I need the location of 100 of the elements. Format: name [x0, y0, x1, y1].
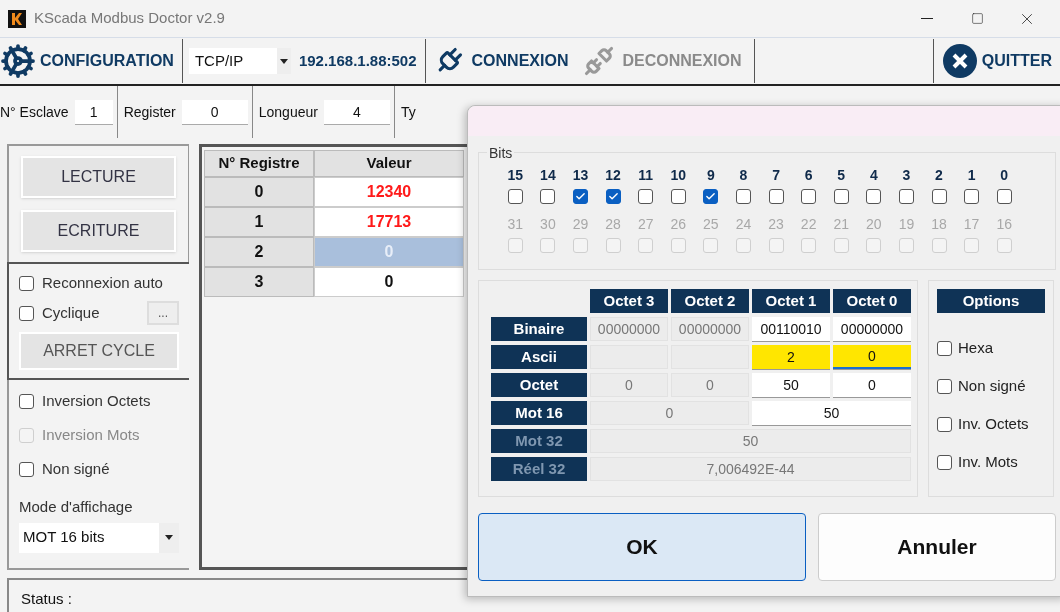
bit-number: 10	[670, 166, 687, 185]
checkbox[interactable]	[19, 461, 34, 477]
value-field[interactable]: 0	[833, 345, 911, 369]
bit-checkbox[interactable]	[931, 189, 947, 204]
row-header[interactable]: 0	[204, 177, 314, 207]
row-label: Octet	[491, 373, 587, 397]
minimize-icon	[921, 18, 933, 19]
configuration-button[interactable]: CONFIGURATION	[0, 43, 182, 79]
column-header: Octet 2	[671, 289, 749, 313]
app-logo-icon	[8, 9, 26, 28]
bit-number: 11	[638, 166, 654, 185]
bit-number: 9	[706, 166, 715, 185]
bit-number: 2	[935, 166, 943, 185]
value-field[interactable]: 0	[590, 373, 668, 397]
read-button[interactable]: LECTURE	[21, 156, 176, 198]
value-field[interactable]: 00000000	[833, 317, 911, 341]
check-icon	[607, 191, 619, 202]
bit-number: 7	[772, 166, 780, 185]
checkbox-label: Inversion Octets	[42, 390, 151, 411]
bit-checkbox[interactable]	[833, 189, 849, 204]
checkbox[interactable]	[19, 275, 34, 291]
row-header[interactable]: 1	[204, 207, 314, 237]
maximize-icon	[970, 12, 984, 25]
ok-button[interactable]: OK	[478, 513, 806, 581]
caret-icon	[165, 535, 173, 540]
bit-number: 30	[540, 215, 556, 234]
bit-number: 23	[768, 215, 784, 234]
bit-checkbox[interactable]	[996, 189, 1012, 204]
table-cell[interactable]: 12340	[314, 177, 464, 207]
value-field[interactable]: 2	[752, 345, 830, 369]
bit-checkbox[interactable]	[670, 189, 686, 204]
checkbox-label: Non signé	[42, 458, 110, 479]
table-cell[interactable]: 17713	[314, 207, 464, 237]
bit-checkbox[interactable]	[638, 189, 654, 204]
value-field[interactable]: 0	[671, 373, 749, 397]
checkbox[interactable]	[937, 454, 952, 470]
bit-number: 5	[837, 166, 846, 185]
checkbox[interactable]	[937, 340, 952, 356]
bit-number: 17	[963, 215, 980, 234]
check-icon	[705, 191, 717, 202]
bit-checkbox[interactable]	[507, 189, 523, 204]
window-title: KScada Modbus Doctor v2.9	[34, 8, 225, 29]
param-input[interactable]: 1	[74, 100, 113, 124]
value-field[interactable]: 50	[752, 373, 830, 397]
value-field[interactable]: 00000000	[590, 317, 668, 341]
param-input[interactable]: 4	[323, 100, 390, 124]
bit-number: 12	[605, 166, 621, 185]
row-header[interactable]: 2	[204, 237, 314, 267]
row-label: Ascii	[491, 345, 587, 369]
bit-number: 22	[800, 215, 817, 234]
bit-checkbox[interactable]	[605, 189, 621, 204]
param-label: N° Esclave	[0, 102, 69, 122]
protocol-dropdown[interactable]: TCP/IP	[188, 48, 291, 74]
bit-checkbox[interactable]	[735, 189, 751, 204]
bit-number: 28	[605, 215, 621, 234]
bit-checkbox[interactable]	[768, 189, 784, 204]
param-input[interactable]: 0	[181, 100, 248, 124]
close-circle-icon	[941, 43, 978, 79]
bit-checkbox[interactable]	[898, 189, 914, 204]
checkbox[interactable]	[19, 305, 34, 321]
bit-number: 13	[572, 166, 589, 185]
value-field[interactable]: 00110010	[752, 317, 830, 341]
column-header: Octet 3	[590, 289, 668, 313]
column-header: Octet 1	[752, 289, 830, 313]
checkbox[interactable]	[19, 393, 34, 409]
write-button[interactable]: ECRITURE	[21, 210, 176, 252]
bit-checkbox[interactable]	[866, 189, 882, 204]
bit-checkbox[interactable]	[801, 189, 817, 204]
bit-checkbox[interactable]	[964, 189, 980, 204]
bit-checkbox[interactable]	[573, 189, 588, 204]
bit-checkbox[interactable]	[540, 189, 556, 204]
bit-number: 29	[572, 215, 589, 234]
table-cell[interactable]: 0	[314, 267, 464, 297]
bit-number: 0	[1000, 166, 1009, 185]
bit-number: 25	[703, 215, 719, 234]
quit-button[interactable]: QUITTER	[933, 43, 1060, 79]
cancel-button[interactable]: Annuler	[818, 513, 1056, 581]
cycle-settings-button[interactable]: ...	[147, 301, 179, 325]
stop-cycle-button[interactable]: ARRET CYCLE	[19, 332, 179, 370]
bit-number: 18	[931, 215, 947, 234]
connect-button[interactable]: CONNEXION	[425, 46, 577, 76]
display-mode-label: Mode d'affichage	[19, 497, 134, 517]
bit-checkbox[interactable]	[703, 189, 719, 204]
column-header: Valeur	[314, 150, 464, 177]
value-field[interactable]: 00000000	[671, 317, 749, 341]
bit-number: 4	[869, 166, 878, 185]
value-field[interactable]: 0	[833, 373, 911, 397]
bit-number: 16	[996, 215, 1012, 234]
checkbox[interactable]	[937, 378, 952, 394]
bit-number: 19	[898, 215, 915, 234]
row-label: Réel 32	[491, 457, 587, 481]
bit-number: 6	[804, 166, 813, 185]
column-header: Octet 0	[833, 289, 911, 313]
checkbox[interactable]	[937, 416, 952, 432]
value-field[interactable]: 50	[752, 401, 911, 425]
display-mode-dropdown[interactable]: MOT 16 bits	[19, 522, 179, 553]
row-header[interactable]: 3	[204, 267, 314, 297]
bit-number: 21	[833, 215, 849, 234]
row-label: Mot 32	[491, 429, 587, 453]
value-field[interactable]: 0	[590, 401, 749, 425]
